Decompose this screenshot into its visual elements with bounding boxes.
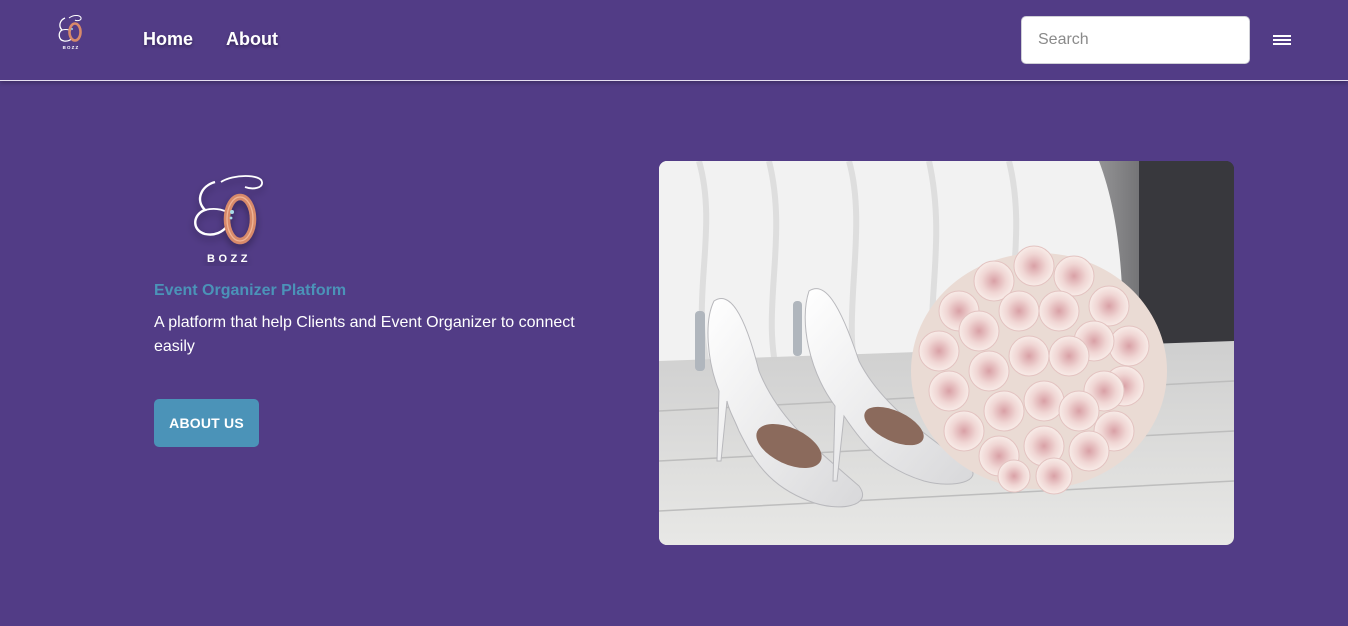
brand-logo[interactable]: BOZZ	[52, 12, 90, 52]
search-input[interactable]	[1021, 16, 1250, 64]
nav-link-home[interactable]: Home	[143, 29, 193, 50]
navbar: BOZZ Home About	[0, 0, 1348, 81]
brand-logo-text: BOZZ	[63, 45, 80, 50]
hamburger-menu-icon[interactable]	[1270, 30, 1294, 50]
hero-tagline: Event Organizer Platform	[154, 282, 347, 299]
about-us-button[interactable]: ABOUT US	[154, 399, 259, 447]
hero-description: A platform that help Clients and Event O…	[154, 314, 575, 355]
hero-image	[659, 161, 1234, 545]
nav-link-about[interactable]: About	[226, 29, 278, 50]
wedding-shoes-bouquet-image	[659, 161, 1234, 545]
hero-logo: BOZZ	[194, 175, 263, 265]
hero-logo-text: BOZZ	[207, 253, 251, 265]
